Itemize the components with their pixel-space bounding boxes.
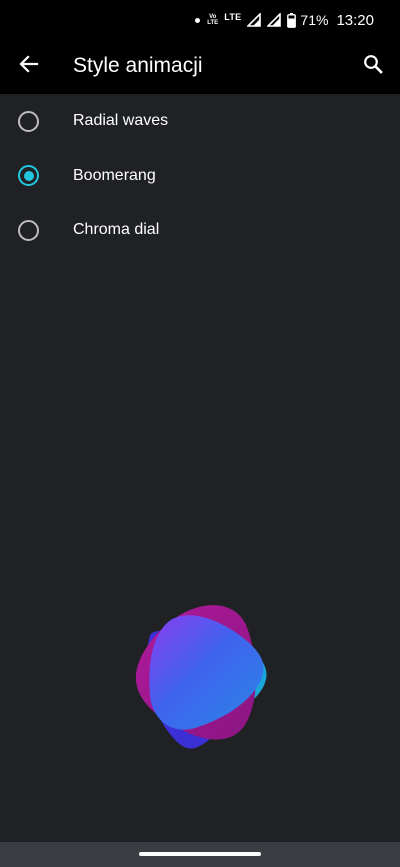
- radio-button[interactable]: [18, 219, 39, 241]
- network-type-label: LTE: [224, 12, 242, 22]
- volte-bottom-text: LTE: [207, 20, 219, 26]
- clock: 13:20: [336, 11, 374, 29]
- boomerang-animation-graphic: [135, 605, 267, 749]
- search-icon: [363, 54, 383, 79]
- back-button[interactable]: [14, 51, 44, 81]
- signal-icon: [247, 13, 262, 27]
- radio-button[interactable]: [18, 110, 39, 132]
- app-bar: Style animacji: [0, 40, 400, 94]
- animation-preview: [120, 590, 280, 760]
- battery-percent: 71%: [300, 12, 329, 28]
- battery-icon: [287, 12, 297, 28]
- option-chroma-dial[interactable]: Chroma dial: [0, 203, 400, 258]
- radio-button-selected[interactable]: [18, 165, 39, 187]
- page-title: Style animacji: [73, 54, 203, 77]
- home-gesture-handle[interactable]: [139, 852, 261, 856]
- navigation-bar: [0, 842, 400, 867]
- status-bar: Vo LTE LTE 71% 13:20: [0, 0, 400, 40]
- arrow-left-icon: [19, 54, 39, 79]
- option-label: Chroma dial: [73, 221, 160, 239]
- screen: Vo LTE LTE 71% 13:20 Style animacji Radi…: [0, 0, 400, 867]
- notification-dot-icon: [195, 17, 201, 23]
- option-radial-waves[interactable]: Radial waves: [0, 94, 400, 149]
- signal-icon-secondary: [267, 13, 282, 27]
- option-label: Boomerang: [73, 166, 156, 184]
- search-button[interactable]: [358, 51, 388, 81]
- animation-style-list: Radial waves Boomerang Chroma dial: [0, 94, 400, 258]
- option-boomerang[interactable]: Boomerang: [0, 149, 400, 204]
- volte-icon: Vo LTE: [207, 14, 218, 26]
- option-label: Radial waves: [73, 112, 169, 130]
